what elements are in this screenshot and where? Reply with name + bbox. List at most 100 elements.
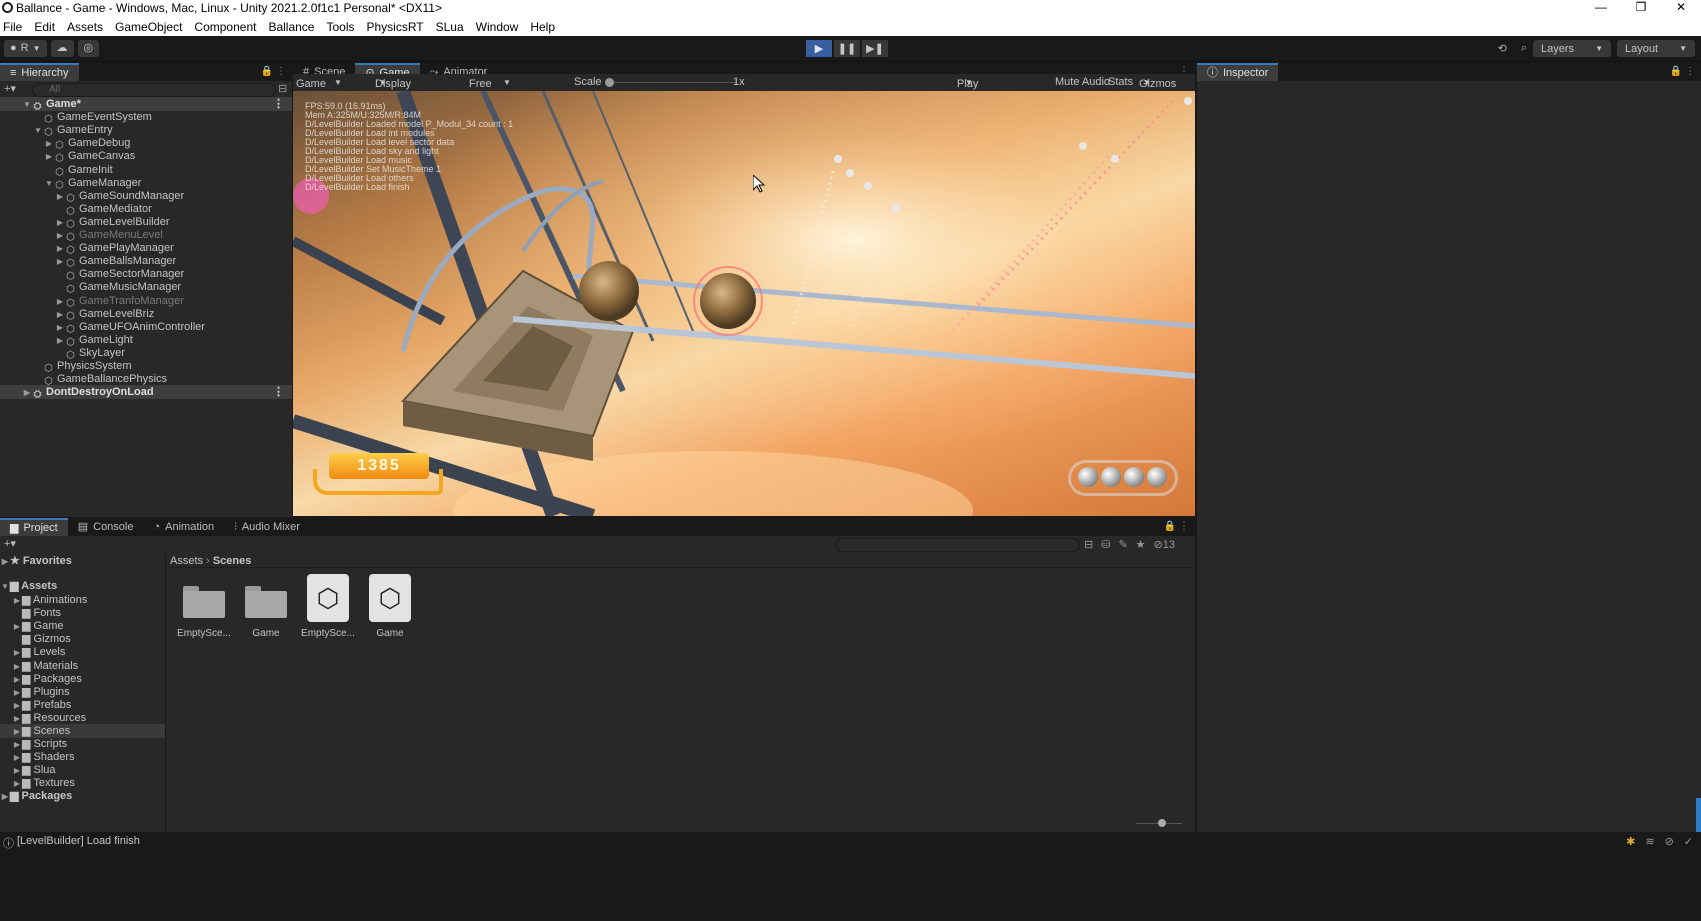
game-viewport[interactable]: FPS:59.0 (16.91ms) Mem A:325M/U:325M/R:84… <box>293 91 1195 516</box>
scrollbar-marker[interactable] <box>1696 798 1701 832</box>
hierarchy-item[interactable]: ▶ ⬡ GameMenuLevel <box>0 228 292 243</box>
debug-icon[interactable]: ✱ <box>1626 835 1635 848</box>
tag-icon[interactable]: ✎ <box>1118 538 1127 551</box>
status-message[interactable]: [LevelBuilder] Load finish <box>17 835 140 851</box>
hierarchy-item[interactable]: ▶ ⬡ GameCanvas <box>0 149 292 164</box>
hierarchy-item[interactable]: ⬡ GameEventSystem <box>0 110 292 125</box>
breadcrumb-assets[interactable]: Assets <box>170 555 203 567</box>
hierarchy-item[interactable]: ▶ ⬡ GameLight <box>0 333 292 348</box>
folder-item[interactable]: ▶ ▆ Animations <box>0 593 165 607</box>
network-icon[interactable]: ⊘ <box>1665 835 1674 848</box>
packages-row[interactable]: ▶ ▆ Packages <box>0 789 165 803</box>
hierarchy-item[interactable]: ⬡ GameMusicManager <box>0 280 292 295</box>
folder-item[interactable]: ▶ ▆ Scripts <box>0 737 165 751</box>
favorites-row[interactable]: ▶ ★ Favorites <box>0 554 165 568</box>
folder-item[interactable]: ▶ ▆ Levels <box>0 645 165 659</box>
assets-row[interactable]: ▼▆ Assets <box>0 579 165 593</box>
tab-console[interactable]: ▤ Console <box>68 518 144 536</box>
menu-help[interactable]: Help <box>530 20 555 34</box>
asset-folder[interactable]: Game <box>235 582 297 639</box>
hierarchy-item[interactable]: ▶ ⬡ GameDebug <box>0 136 292 151</box>
menu-tools[interactable]: Tools <box>326 20 354 34</box>
tab-animation[interactable]: ◔ Animation <box>143 518 224 536</box>
menu-assets[interactable]: Assets <box>67 20 103 34</box>
breadcrumb-scenes[interactable]: Scenes <box>213 555 252 567</box>
hierarchy-menu-icon[interactable]: 🔒 ⋮ <box>261 66 286 77</box>
asset-folder[interactable]: EmptySce... <box>173 582 235 639</box>
cloud-button[interactable]: ☁ <box>50 40 74 57</box>
minimize-button[interactable]: — <box>1581 0 1621 17</box>
row-menu-icon[interactable]: ⋮ <box>273 97 284 111</box>
menu-edit[interactable]: Edit <box>34 20 55 34</box>
folder-item[interactable]: ▶ ▆ Shaders <box>0 750 165 764</box>
hierarchy-item[interactable]: ▶ ⬡ GameLevelBuilder <box>0 215 292 230</box>
tab-inspector[interactable]: ⓘ Inspector <box>1197 63 1279 81</box>
hidden-packages-toggle[interactable]: ⊘13 <box>1154 538 1175 551</box>
menu-gameobject[interactable]: GameObject <box>115 20 182 34</box>
inspector-menu-icon[interactable]: 🔒 ⋮ <box>1670 66 1695 77</box>
hierarchy-item[interactable]: ⬡ GameSectorManager <box>0 267 292 282</box>
hierarchy-item[interactable]: ▼ ⛭ Game* ⋮ <box>0 97 292 112</box>
menu-physicsrt[interactable]: PhysicsRT <box>367 20 424 34</box>
account-dropdown[interactable]: ● R ▼ <box>4 40 47 57</box>
check-icon[interactable]: ✓ <box>1684 835 1693 848</box>
collab-button[interactable]: ◎ <box>77 40 100 57</box>
hierarchy-item[interactable]: ▶ ⬡ GamePlayManager <box>0 241 292 256</box>
search-by-type-icon[interactable]: ⊟ <box>1084 538 1093 551</box>
row-menu-icon[interactable]: ⋮ <box>273 385 284 399</box>
folder-item[interactable]: ▶ ▆ Plugins <box>0 685 165 699</box>
pause-button[interactable]: ❚❚ <box>834 40 860 57</box>
tab-hierarchy[interactable]: ≡ Hierarchy <box>0 63 79 81</box>
search-options-icon[interactable]: ⊟ <box>278 82 287 95</box>
hierarchy-item[interactable]: ⬡ SkyLayer <box>0 346 292 361</box>
folder-item[interactable]: ▶ ▆ Slua <box>0 763 165 777</box>
favorite-icon[interactable]: ★ <box>1136 538 1146 551</box>
folder-item[interactable]: ▶ ▆ Prefabs <box>0 698 165 712</box>
scale-slider-handle[interactable] <box>605 78 614 87</box>
asset-scene[interactable]: ⬡ EmptySce... <box>297 574 359 639</box>
scale-slider-track[interactable] <box>607 82 737 83</box>
folder-item[interactable]: ▶ ▆ Materials <box>0 659 165 673</box>
mute-audio-toggle[interactable]: Mute Audio <box>1055 76 1110 88</box>
hierarchy-item[interactable]: ⬡ GameInit <box>0 163 292 178</box>
search-icon[interactable]: ⌕ <box>1521 42 1527 55</box>
folder-item[interactable]: ▆ Fonts <box>0 606 165 620</box>
progress-icon[interactable]: ≋ <box>1645 835 1654 848</box>
hierarchy-item[interactable]: ▼ ⬡ GameManager <box>0 176 292 191</box>
project-search-input[interactable] <box>836 538 1080 552</box>
asset-scene[interactable]: ⬡ Game <box>359 574 421 639</box>
hierarchy-item[interactable]: ▶ ⬡ GameSoundManager <box>0 189 292 204</box>
search-by-label-icon[interactable]: ⛁ <box>1101 538 1110 551</box>
folder-item[interactable]: ▶ ▆ Resources <box>0 711 165 725</box>
folder-item[interactable]: ▶ ▆ Packages <box>0 672 165 686</box>
hierarchy-item[interactable]: ▼ ⬡ GameEntry <box>0 123 292 138</box>
folder-item[interactable]: ▆ Gizmos <box>0 632 165 646</box>
hierarchy-item[interactable]: ⬡ GameMediator <box>0 202 292 217</box>
stats-toggle[interactable]: Stats <box>1108 76 1133 88</box>
close-button[interactable]: ✕ <box>1661 0 1701 17</box>
step-button[interactable]: ▶❚ <box>862 40 888 57</box>
hierarchy-item[interactable]: ⬡ PhysicsSystem <box>0 359 292 374</box>
menu-window[interactable]: Window <box>476 20 519 34</box>
zoom-slider-handle[interactable] <box>1158 819 1166 827</box>
maximize-button[interactable]: ❐ <box>1621 0 1661 17</box>
menu-component[interactable]: Component <box>194 20 256 34</box>
tab-project[interactable]: ▆ Project <box>0 518 68 536</box>
project-menu-icon[interactable]: 🔒 ⋮ <box>1164 521 1189 532</box>
hierarchy-item[interactable]: ▶ ⬡ GameBallsManager <box>0 254 292 269</box>
history-icon[interactable]: ⟲ <box>1498 42 1507 55</box>
hierarchy-item[interactable]: ▶ ⬡ GameLevelBriz <box>0 307 292 322</box>
layout-dropdown[interactable]: Layout ▼ <box>1617 40 1695 57</box>
play-button[interactable]: ▶ <box>806 40 832 57</box>
hierarchy-item[interactable]: ⬡ GameBallancePhysics <box>0 372 292 387</box>
menu-ballance[interactable]: Ballance <box>268 20 314 34</box>
folder-item[interactable]: ▶ ▆ Scenes <box>0 724 165 738</box>
hierarchy-item[interactable]: ▶ ⬡ GameUFOAnimController <box>0 320 292 335</box>
chevron-right-icon[interactable]: ▶ <box>22 386 32 400</box>
menu-file[interactable]: File <box>3 20 22 34</box>
hierarchy-search-input[interactable]: All <box>32 83 276 97</box>
create-asset-button[interactable]: +▾ <box>4 537 16 550</box>
hierarchy-item[interactable]: ▶ ⛭ DontDestroyOnLoad ⋮ <box>0 385 292 400</box>
layers-dropdown[interactable]: Layers ▼ <box>1533 40 1611 57</box>
add-object-button[interactable]: +▾ <box>4 82 24 95</box>
